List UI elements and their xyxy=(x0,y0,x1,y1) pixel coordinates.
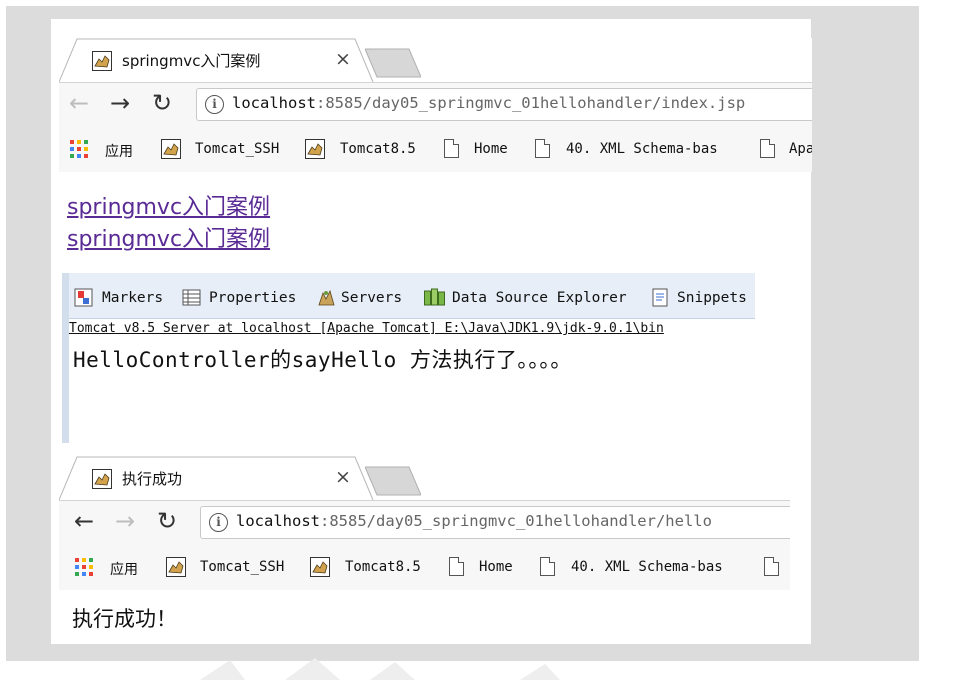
page-icon xyxy=(760,139,775,158)
browser-toolbar: ← → ↻ i localhost:8585/day05_springmvc_0… xyxy=(59,82,812,127)
close-icon[interactable]: × xyxy=(335,466,351,488)
tomcat-icon xyxy=(166,557,186,577)
tab-label: Data Source Explorer xyxy=(452,290,627,306)
eclipse-console-panel: Markers Properties Servers Data Source E… xyxy=(62,273,755,443)
back-icon[interactable]: ← xyxy=(74,507,94,535)
bookmarks-bar: 应用 Tomcat_SSH Tomcat8.5 Home 40. XML Sch… xyxy=(59,545,790,590)
intro-link[interactable]: springmvc入门案例 xyxy=(67,189,270,221)
info-icon[interactable]: i xyxy=(209,513,228,532)
console-process-header: Tomcat v8.5 Server at localhost [Apache … xyxy=(69,321,664,336)
markers-icon xyxy=(74,288,93,307)
bookmark-label: Apa xyxy=(789,141,812,157)
info-icon[interactable]: i xyxy=(205,95,224,114)
bookmark-label: Tomcat8.5 xyxy=(345,559,421,575)
address-bar[interactable]: i localhost:8585/day05_springmvc_01hello… xyxy=(196,88,812,121)
address-bar[interactable]: i localhost:8585/day05_springmvc_01hello… xyxy=(200,506,790,539)
page-icon xyxy=(535,139,550,158)
bookmark-label: Home xyxy=(474,141,508,157)
page-icon xyxy=(540,557,555,576)
bookmark-label: 应用 xyxy=(110,562,138,578)
bookmark-label: 40. XML Schema-bas xyxy=(571,559,723,575)
bookmarks-bar: 应用 Tomcat_SSH Tomcat8.5 Home 40. XML Sch… xyxy=(59,127,812,172)
tomcat-icon xyxy=(305,139,325,159)
page-icon xyxy=(444,139,459,158)
data-source-icon xyxy=(424,288,445,306)
console-output-line: HelloController的sayHello 方法执行了。。。。 xyxy=(73,348,572,372)
page-icon xyxy=(449,557,464,576)
apps-grid-icon xyxy=(75,558,93,576)
new-tab-button[interactable] xyxy=(365,466,421,496)
tab-strip: springmvc入门案例 × xyxy=(59,38,812,83)
tomcat-icon xyxy=(92,51,112,71)
tomcat-icon xyxy=(161,139,181,159)
bookmark-label: Home xyxy=(479,559,513,575)
browser-window-index: springmvc入门案例 × ← → ↻ i localhost:8585/d… xyxy=(59,38,812,172)
back-icon[interactable]: ← xyxy=(69,89,89,117)
forward-icon[interactable]: → xyxy=(110,89,130,117)
bookmark-label: 40. XML Schema-bas xyxy=(566,141,718,157)
url-text[interactable]: localhost:8585/day05_springmvc_01helloha… xyxy=(236,512,712,530)
browser-toolbar: ← → ↻ i localhost:8585/day05_springmvc_0… xyxy=(59,500,790,545)
servers-icon xyxy=(318,289,335,306)
tab-strip: 执行成功 × xyxy=(59,456,790,501)
tab-title[interactable]: 执行成功 xyxy=(122,468,182,489)
snippets-icon xyxy=(652,288,668,307)
tab-title[interactable]: springmvc入门案例 xyxy=(122,50,260,71)
tab-label: Markers xyxy=(102,290,164,306)
tab-label: Properties xyxy=(209,290,297,306)
tomcat-icon xyxy=(92,469,112,489)
reload-icon[interactable]: ↻ xyxy=(152,89,172,117)
tab-label: Snippets xyxy=(677,290,747,306)
forward-icon[interactable]: → xyxy=(115,507,135,535)
bookmark-label: Tomcat8.5 xyxy=(340,141,416,157)
bookmark-label: 应用 xyxy=(105,144,133,160)
intro-link[interactable]: springmvc入门案例 xyxy=(67,221,270,253)
tab-label: Servers xyxy=(341,290,403,306)
bookmark-label: Tomcat_SSH xyxy=(195,141,280,157)
apps-grid-icon xyxy=(70,140,88,158)
close-icon[interactable]: × xyxy=(335,48,351,70)
page-icon xyxy=(764,557,779,576)
new-tab-button[interactable] xyxy=(365,48,421,78)
url-text[interactable]: localhost:8585/day05_springmvc_01helloha… xyxy=(232,94,745,112)
properties-icon xyxy=(182,289,201,306)
watermark-decoration xyxy=(200,658,560,680)
browser-window-hello: 执行成功 × ← → ↻ i localhost:8585/day05_spri… xyxy=(59,456,790,590)
console-tab-bar: Markers Properties Servers Data Source E… xyxy=(69,273,755,319)
reload-icon[interactable]: ↻ xyxy=(157,507,177,535)
bookmark-label: Tomcat_SSH xyxy=(200,559,285,575)
tomcat-icon xyxy=(310,557,330,577)
success-message: 执行成功！ xyxy=(72,607,177,631)
